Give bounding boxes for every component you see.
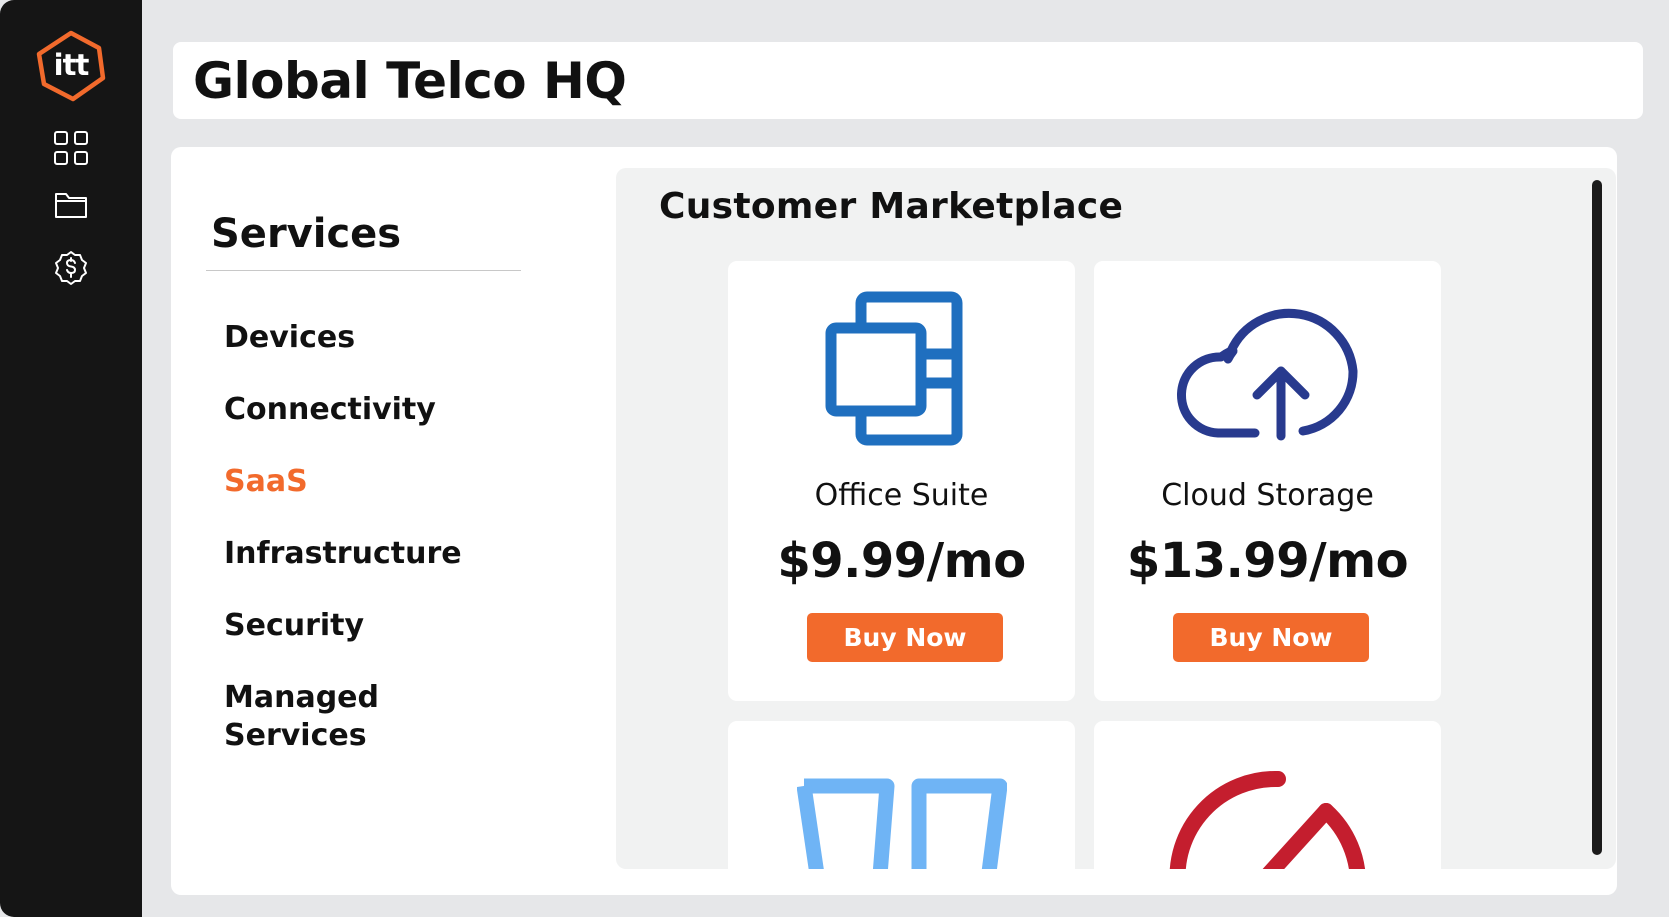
gauge-icon [1094,767,1441,869]
dollar-badge-icon [55,251,87,285]
service-item-devices[interactable]: Devices [224,319,504,391]
buy-now-button[interactable]: Buy Now [1173,613,1369,662]
services-heading: Services [211,211,402,257]
page-title: Global Telco HQ [193,52,627,110]
product-card-office-suite: Office Suite $9.99/mo Buy Now [728,261,1075,701]
service-item-connectivity[interactable]: Connectivity [224,391,504,463]
sidebar: itt [0,0,142,917]
product-card-4 [1094,721,1441,869]
columns-icon [728,778,1075,869]
product-name: Office Suite [814,478,989,513]
grid-icon [54,131,88,165]
logo: itt [33,28,109,104]
product-price: $9.99/mo [777,533,1026,589]
product-price: $13.99/mo [1126,533,1409,589]
buy-now-button[interactable]: Buy Now [807,613,1003,662]
marketplace-title: Customer Marketplace [659,186,1124,227]
services-list: Devices Connectivity SaaS Infrastructure… [224,319,504,753]
logo-text: itt [53,48,90,82]
marketplace-scrollbar[interactable] [1592,180,1602,855]
nav-dashboard-button[interactable] [53,130,89,166]
marketplace-panel: Customer Marketplace Office Suite $9.99/… [616,168,1616,869]
product-card-3 [728,721,1075,869]
service-item-managed-services[interactable]: Managed Services [224,679,424,753]
service-item-infrastructure[interactable]: Infrastructure [224,535,504,607]
product-card-cloud-storage: Cloud Storage $13.99/mo Buy Now [1094,261,1441,701]
folder-icon [55,193,87,218]
main-panel: Services Devices Connectivity SaaS Infra… [171,147,1617,895]
office-suite-icon [728,291,1075,461]
nav-files-button[interactable] [53,186,89,222]
services-divider [206,270,521,271]
cloud-upload-icon [1094,291,1441,461]
header-bar: Global Telco HQ [173,42,1643,119]
service-item-security[interactable]: Security [224,607,504,679]
nav-billing-button[interactable] [53,250,89,286]
service-item-saas[interactable]: SaaS [224,463,504,535]
product-name: Cloud Storage [1161,478,1374,513]
